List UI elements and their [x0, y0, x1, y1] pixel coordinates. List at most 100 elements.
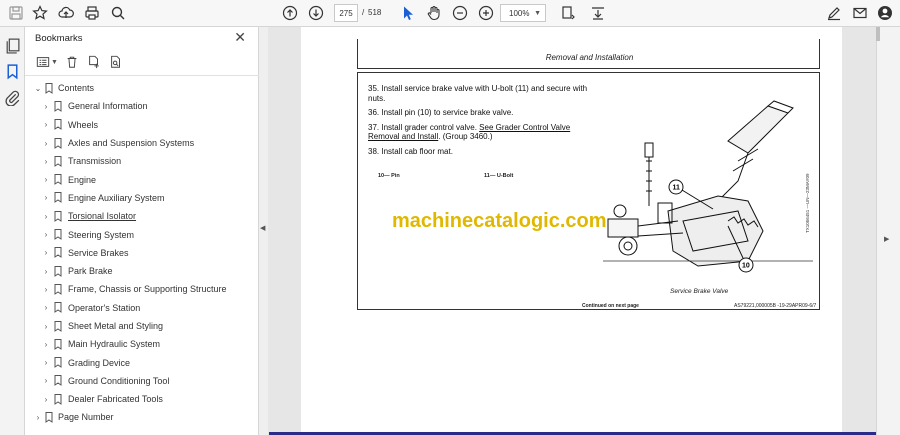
- step-37-group: . (Group 3460.): [438, 132, 493, 141]
- bookmark-item-engine-auxiliary[interactable]: › Engine Auxiliary System: [25, 189, 259, 207]
- vertical-scrollbar[interactable]: [876, 27, 880, 41]
- download-icon[interactable]: [588, 3, 608, 23]
- bookmark-item-grading-device[interactable]: › Grading Device: [25, 353, 259, 371]
- bookmark-panel-icon[interactable]: [4, 63, 21, 80]
- bookmark-item-page-number[interactable]: › Page Number: [25, 408, 259, 426]
- bookmark-item-engine[interactable]: › Engine: [25, 170, 259, 188]
- star-icon[interactable]: [30, 3, 50, 23]
- bookmark-icon: [54, 320, 62, 332]
- bookmark-label: Park Brake: [68, 266, 113, 277]
- next-page-icon[interactable]: [306, 3, 326, 23]
- new-bookmark-icon[interactable]: [86, 54, 102, 70]
- select-cursor-icon[interactable]: [398, 3, 418, 23]
- legend-u-bolt: 11— U-Bolt: [484, 173, 514, 179]
- collapse-left-icon[interactable]: ◀: [260, 224, 265, 232]
- chevron-right-icon[interactable]: ›: [41, 157, 51, 166]
- chevron-right-icon[interactable]: ›: [41, 340, 51, 349]
- callout-10-label: 10: [742, 263, 750, 270]
- panel-title: Bookmarks: [35, 33, 83, 44]
- bookmark-icon: [54, 375, 62, 387]
- bookmark-item-sheet-metal[interactable]: › Sheet Metal and Styling: [25, 317, 259, 335]
- bookmark-label: Engine Auxiliary System: [68, 192, 165, 203]
- attachment-icon[interactable]: [4, 89, 21, 107]
- bookmark-label: Contents: [58, 83, 95, 94]
- bookmark-item-wheels[interactable]: › Wheels: [25, 116, 259, 134]
- bookmark-item-operators-station[interactable]: › Operator's Station: [25, 299, 259, 317]
- pages-thumbnail-icon[interactable]: [4, 37, 21, 54]
- bookmark-item-torsional-isolator[interactable]: › Torsional Isolator: [25, 207, 259, 225]
- chevron-right-icon[interactable]: ›: [41, 303, 51, 312]
- panel-splitter[interactable]: ◀: [259, 27, 268, 435]
- chevron-down-icon[interactable]: ▼: [51, 59, 58, 66]
- delete-bookmark-icon[interactable]: [64, 54, 80, 70]
- navigation-rail: [0, 27, 25, 435]
- page-number-input[interactable]: 275: [334, 4, 358, 22]
- bookmark-icon: [45, 82, 53, 94]
- bookmark-options-icon[interactable]: [35, 54, 51, 70]
- step-37: 37. Install grader control valve. See Gr…: [368, 123, 598, 142]
- chevron-right-icon[interactable]: ›: [41, 102, 51, 111]
- bookmark-item-park-brake[interactable]: › Park Brake: [25, 262, 259, 280]
- page-header-box: Removal and Installation: [357, 39, 820, 69]
- top-toolbar: 275 / 518 100% ▼: [0, 0, 900, 27]
- account-icon[interactable]: [875, 3, 895, 23]
- chevron-right-icon[interactable]: ›: [41, 248, 51, 257]
- search-icon[interactable]: [108, 3, 128, 23]
- bookmark-label: Ground Conditioning Tool: [68, 375, 170, 386]
- previous-page-icon[interactable]: [280, 3, 300, 23]
- right-panel-splitter[interactable]: ▶: [876, 27, 900, 435]
- chevron-right-icon[interactable]: ›: [41, 376, 51, 385]
- bookmark-item-steering[interactable]: › Steering System: [25, 225, 259, 243]
- cloud-upload-icon[interactable]: [56, 3, 76, 23]
- chevron-right-icon[interactable]: ›: [41, 267, 51, 276]
- page-total: 518: [368, 8, 382, 17]
- chevron-right-icon[interactable]: ›: [41, 395, 51, 404]
- chevron-right-icon[interactable]: ›: [41, 193, 51, 202]
- print-icon[interactable]: [82, 3, 102, 23]
- bookmark-icon: [54, 155, 62, 167]
- chevron-right-icon[interactable]: ›: [41, 285, 51, 294]
- bookmark-icon: [54, 357, 62, 369]
- document-viewport[interactable]: Removal and Installation 35. Install ser…: [268, 27, 876, 435]
- bookmark-item-transmission[interactable]: › Transmission: [25, 152, 259, 170]
- chevron-right-icon[interactable]: ›: [41, 120, 51, 129]
- find-bookmark-icon[interactable]: [108, 54, 124, 70]
- bookmark-tree: ⌄ Contents › General Information › Wheel…: [25, 79, 259, 427]
- email-icon[interactable]: [850, 3, 870, 23]
- bookmark-icon: [54, 247, 62, 259]
- chevron-right-icon[interactable]: ›: [41, 175, 51, 184]
- hand-tool-icon[interactable]: [424, 3, 444, 23]
- bookmark-item-general-information[interactable]: › General Information: [25, 97, 259, 115]
- zoom-out-icon[interactable]: [450, 3, 470, 23]
- bookmark-label: Steering System: [68, 229, 135, 240]
- sign-icon[interactable]: [824, 3, 844, 23]
- bookmark-item-service-brakes[interactable]: › Service Brakes: [25, 244, 259, 262]
- panel-divider: [25, 75, 259, 76]
- bookmark-item-ground-conditioning[interactable]: › Ground Conditioning Tool: [25, 372, 259, 390]
- page-fit-icon[interactable]: [558, 3, 578, 23]
- figure-caption: Service Brake Valve: [670, 288, 729, 295]
- expand-right-icon[interactable]: ▶: [884, 235, 889, 243]
- bookmark-item-axles[interactable]: › Axles and Suspension Systems: [25, 134, 259, 152]
- chevron-down-icon[interactable]: ⌄: [33, 84, 43, 93]
- bookmark-icon: [54, 338, 62, 350]
- chevron-right-icon[interactable]: ›: [41, 139, 51, 148]
- bookmark-label: Transmission: [68, 156, 122, 167]
- save-icon[interactable]: [6, 3, 26, 23]
- bookmark-icon: [54, 174, 62, 186]
- zoom-in-icon[interactable]: [476, 3, 496, 23]
- bookmark-item-contents[interactable]: ⌄ Contents: [25, 79, 259, 97]
- close-icon[interactable]: ✕: [234, 29, 246, 46]
- chevron-right-icon[interactable]: ›: [41, 358, 51, 367]
- chevron-right-icon[interactable]: ›: [41, 230, 51, 239]
- bookmark-label: Dealer Fabricated Tools: [68, 394, 163, 405]
- bookmark-item-dealer-tools[interactable]: › Dealer Fabricated Tools: [25, 390, 259, 408]
- chevron-right-icon[interactable]: ›: [33, 413, 43, 422]
- zoom-select[interactable]: 100% ▼: [500, 4, 546, 22]
- chevron-right-icon[interactable]: ›: [41, 212, 51, 221]
- bookmark-item-frame-chassis[interactable]: › Frame, Chassis or Supporting Structure: [25, 280, 259, 298]
- bookmark-icon: [54, 302, 62, 314]
- page-separator: /: [362, 8, 365, 17]
- bookmark-item-main-hydraulic[interactable]: › Main Hydraulic System: [25, 335, 259, 353]
- chevron-right-icon[interactable]: ›: [41, 322, 51, 331]
